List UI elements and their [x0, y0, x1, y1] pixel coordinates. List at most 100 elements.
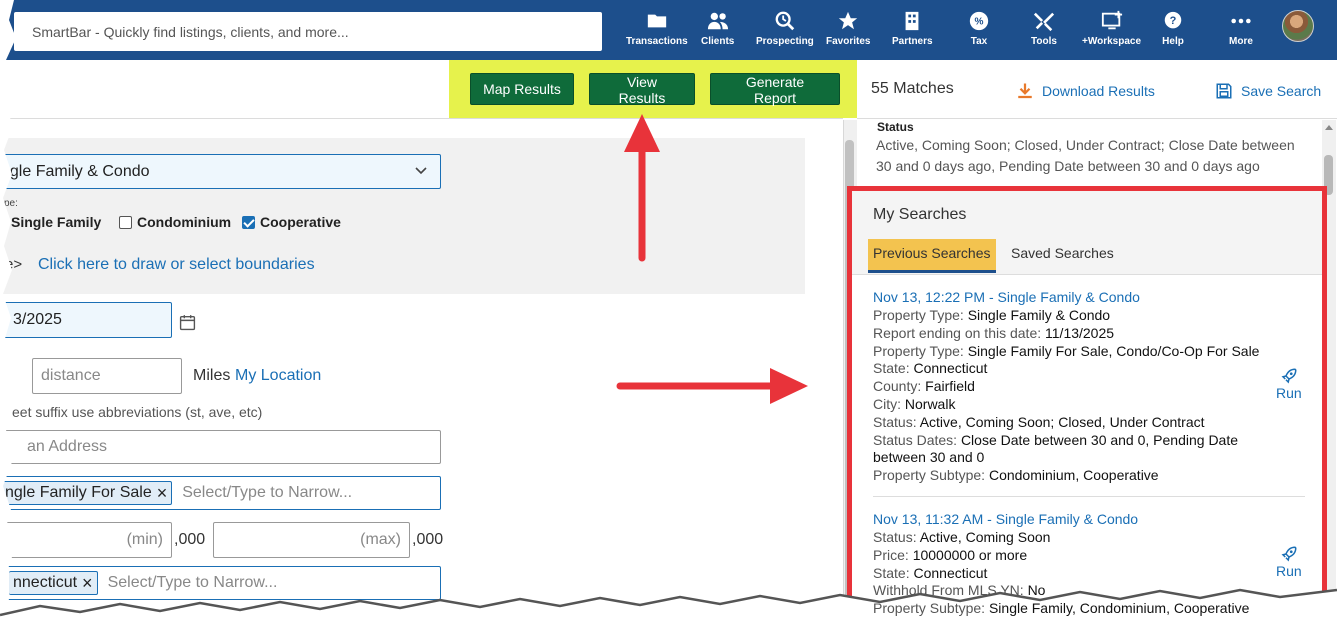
remove-tag-icon[interactable]: ×	[82, 574, 93, 592]
smartbar-search-input[interactable]	[14, 12, 602, 51]
property-category-select[interactable]: ngle Family & Condo	[0, 154, 441, 189]
chevron-down-icon	[415, 167, 427, 175]
nav-workspace[interactable]: +Workspace	[1082, 10, 1141, 52]
criteria-value: Connecticut	[913, 360, 988, 377]
price-max-input[interactable]	[213, 522, 410, 558]
checkbox-single-family[interactable]: Single Family	[0, 214, 101, 230]
criteria-key: State:	[873, 360, 914, 377]
star-icon	[839, 11, 858, 30]
criteria-key: Status:	[873, 413, 920, 430]
more-dots-icon	[1231, 18, 1251, 24]
nav-favorites[interactable]: Favorites	[826, 10, 870, 52]
nav-label: Transactions	[626, 36, 688, 47]
criteria-key: Property Type:	[873, 342, 968, 359]
checkbox-condominium[interactable]: Condominium	[119, 214, 231, 230]
nav-label: Partners	[892, 36, 933, 47]
criteria-key: Property Subtype:	[873, 600, 989, 617]
distance-input[interactable]	[32, 358, 182, 394]
criteria-value: Active, Coming Soon; Closed, Under Contr…	[919, 413, 1205, 430]
nav-tools[interactable]: Tools	[1031, 10, 1057, 52]
search-criteria-line: State: Connecticut	[873, 565, 987, 581]
nav-label: +Workspace	[1082, 36, 1142, 47]
save-disk-icon	[1216, 83, 1232, 99]
street-suffix-hint: eet suffix use abbreviations (st, ave, e…	[12, 404, 263, 420]
criteria-key: Report ending on this date:	[873, 324, 1046, 341]
criteria-key: State:	[873, 564, 914, 581]
nav-tax[interactable]: % Tax	[968, 10, 990, 52]
nav-transactions[interactable]: Transactions	[626, 10, 688, 52]
criteria-key: Status Dates:	[873, 431, 961, 448]
boundary-prefix: e>	[5, 256, 23, 273]
save-search-link[interactable]: Save Search	[1215, 82, 1321, 100]
state-tag: nnecticut ×	[9, 571, 98, 595]
download-results-link[interactable]: Download Results	[1016, 82, 1155, 100]
draw-boundaries-link[interactable]: Click here to draw or select boundaries	[38, 256, 315, 274]
criteria-key: Status:	[873, 529, 920, 545]
search-criteria-line: Status Dates: Close Date between 30 and …	[873, 432, 1238, 448]
my-location-link[interactable]: My Location	[235, 367, 321, 385]
view-results-button[interactable]: View Results	[589, 73, 695, 106]
nav-partners[interactable]: Partners	[892, 10, 933, 52]
download-label: Download Results	[1042, 83, 1155, 99]
address-input[interactable]	[0, 430, 441, 464]
nav-clients[interactable]: Clients	[701, 10, 734, 52]
criteria-value: Condominium, Cooperative	[988, 467, 1159, 484]
generate-report-button[interactable]: Generate Report	[710, 73, 840, 106]
user-avatar[interactable]	[1282, 10, 1314, 42]
nav-prospecting[interactable]: Prospecting	[756, 10, 814, 52]
narrow-placeholder: Select/Type to Narrow...	[182, 484, 353, 501]
svg-text:?: ?	[1170, 15, 1177, 27]
checkbox-label: Cooperative	[260, 214, 341, 230]
search-criteria-line: State: Connecticut	[873, 360, 987, 376]
criteria-value: Close Date between 30 and 0, Pending Dat…	[960, 431, 1239, 448]
search-criteria-line: Property Subtype: Single Family, Condomi…	[873, 600, 1249, 616]
scroll-up-icon[interactable]	[1323, 122, 1335, 132]
search-clock-icon	[775, 11, 795, 31]
nav-label: Clients	[701, 36, 735, 47]
miles-label: Miles	[193, 367, 231, 384]
criteria-value: between 30 and 0	[873, 449, 985, 466]
checkbox-cooperative[interactable]: Cooperative	[242, 214, 341, 230]
search-criteria-line: Property Subtype: Condominium, Cooperati…	[873, 467, 1159, 483]
remove-tag-icon[interactable]: ×	[157, 484, 168, 502]
map-results-button[interactable]: Map Results	[470, 73, 574, 105]
criteria-value: No	[1027, 582, 1046, 599]
nav-help[interactable]: ? Help	[1162, 10, 1184, 52]
search-criteria-line: Property Type: Single Family & Condo	[873, 307, 1110, 323]
search-criteria-line: County: Fairfield	[873, 378, 975, 394]
folder-icon	[647, 14, 667, 28]
calendar-icon[interactable]	[179, 314, 196, 331]
listing-type-tag: ngle Family For Sale ×	[1, 481, 173, 505]
workspace-icon	[1101, 10, 1122, 30]
help-icon: ?	[1164, 11, 1182, 29]
search-criteria-line: Property Type: Single Family For Sale, C…	[873, 343, 1259, 359]
nav-label: Favorites	[826, 36, 871, 47]
criteria-key: Property Subtype:	[873, 467, 989, 484]
nav-more[interactable]: More	[1229, 10, 1253, 52]
checkbox-checked-icon	[0, 215, 6, 229]
tag-label: nnecticut	[13, 574, 78, 591]
nav-label: More	[1229, 36, 1253, 47]
criteria-value: 10000000 or more	[912, 546, 1028, 563]
criteria-value: Active, Coming Soon	[919, 529, 1051, 545]
state-multiselect[interactable]: nnecticut × Select/Type to Narrow...	[0, 566, 441, 600]
status-summary-title: Status	[877, 120, 914, 134]
criteria-value: Connecticut	[913, 564, 988, 581]
criteria-key: Property Type:	[873, 307, 968, 323]
save-search-label: Save Search	[1241, 83, 1322, 99]
checkbox-unchecked-icon	[119, 215, 132, 229]
listing-type-multiselect[interactable]: ngle Family For Sale × Select/Type to Na…	[0, 476, 441, 510]
nav-label: Tools	[1031, 36, 1057, 47]
matches-count: 55 Matches	[871, 80, 954, 97]
criteria-key: Withhold From MLS YN:	[873, 582, 1028, 599]
search-criteria-line: Status: Active, Coming Soon	[873, 529, 1050, 545]
search-criteria-line: Report ending on this date: 11/13/2025	[873, 325, 1114, 341]
criteria-value: 11/13/2025	[1045, 324, 1115, 341]
report-date-input[interactable]	[0, 302, 172, 338]
tag-label: ngle Family For Sale	[5, 484, 152, 501]
price-min-input[interactable]	[0, 522, 172, 558]
criteria-value: Norwalk	[904, 396, 956, 412]
checkbox-label: Condominium	[137, 214, 232, 230]
state-narrow-placeholder: Select/Type to Narrow...	[107, 574, 278, 591]
search-criteria-line: Withhold From MLS YN: No	[873, 582, 1045, 598]
